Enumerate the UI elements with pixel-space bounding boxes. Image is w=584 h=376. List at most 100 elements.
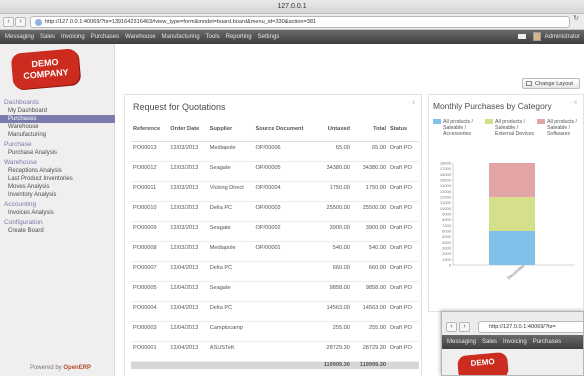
column-header-source-document[interactable]: Source Document	[253, 117, 316, 142]
sidebar-item-warehouse[interactable]: Warehouse	[0, 123, 115, 131]
y-tick-label: 3000	[442, 246, 452, 251]
second-address-bar[interactable]: http://127.0.0.1:40069/?ts=	[478, 321, 583, 333]
table-row[interactable]: PO00008 12/03/2013 Mediapole OP/00001 540.00…	[131, 241, 419, 262]
bar-segment	[489, 231, 535, 265]
address-text: http://127.0.0.1:40069/?ts=1391642316463…	[45, 19, 317, 25]
change-layout-button[interactable]: Change Layout	[522, 78, 580, 89]
table-row[interactable]: PO00010 12/03/2013 Delta PC OP/00003 25500.0…	[131, 201, 419, 222]
table-cell: 255.00	[351, 321, 389, 342]
second-back-button[interactable]: ‹	[446, 322, 457, 332]
table-cell: Draft PO	[388, 241, 419, 262]
menu-item-purchases[interactable]: Purchases	[88, 30, 122, 44]
menu-item-tools[interactable]: Tools	[203, 30, 223, 44]
table-cell: OP/00002	[253, 221, 316, 242]
user-name[interactable]: Administrator	[545, 34, 580, 40]
menu-item-messaging[interactable]: Messaging	[2, 30, 37, 44]
table-cell: Draft PO	[388, 301, 419, 322]
table-cell: ASUSTeK	[207, 341, 254, 362]
purchases-chart: All products / Saleable / Accessories All p…	[433, 119, 578, 280]
sidebar-item-moves-analysis[interactable]: Moves Analysis	[0, 183, 115, 191]
second-menu-item-messaging[interactable]: Messaging	[444, 335, 479, 349]
column-header-untaxed[interactable]: Untaxed	[315, 117, 352, 142]
menu-item-warehouse[interactable]: Warehouse	[122, 30, 158, 44]
sidebar-item-inventory-analysis[interactable]: Inventory Analysis	[0, 191, 115, 199]
table-row[interactable]: PO00005 12/04/2013 Seagate 9858.00 9858.00 Dr…	[131, 281, 419, 302]
second-window-body: DEMO	[442, 349, 583, 375]
table-cell: OP/00001	[253, 241, 316, 262]
table-cell: PO00007	[131, 261, 169, 282]
table-cell: Draft PO	[388, 161, 419, 182]
chart-close-icon[interactable]: - x	[570, 100, 577, 106]
y-tick-label: 8000	[442, 217, 452, 222]
second-forward-button[interactable]: ›	[459, 322, 470, 332]
menu-item-manufacturing[interactable]: Manufacturing	[159, 30, 203, 44]
table-cell: 12/04/2013	[168, 281, 208, 302]
second-window[interactable]: ‹ › http://127.0.0.1:40069/?ts= Messagin…	[441, 311, 584, 376]
avatar[interactable]	[533, 31, 542, 41]
table-row[interactable]: PO00001 12/04/2013 ASUSTeK 28729.30 28729.30…	[131, 341, 419, 362]
table-footer-row: 119999.30 119999.30	[131, 361, 419, 369]
table-cell: 12/03/2013	[168, 221, 208, 242]
footer-cell	[388, 361, 419, 369]
sidebar-item-invoices-analysis[interactable]: Invoices Analysis	[0, 209, 115, 217]
second-menu-item-invoicing[interactable]: Invoicing	[500, 335, 530, 349]
column-header-status[interactable]: Status	[388, 117, 419, 142]
sidebar-section-accounting: Accounting	[4, 201, 37, 208]
legend-swatch	[485, 119, 493, 124]
company-logo[interactable]: DEMO COMPANY	[10, 48, 81, 90]
main-menu: Messaging Sales Invoicing Purchases Warehous…	[2, 30, 282, 44]
mail-icon[interactable]	[517, 33, 526, 39]
sidebar-item-purchases[interactable]: Purchases	[0, 115, 115, 123]
table-cell: 1750.00	[315, 181, 352, 202]
sidebar-item-receptions-analysis[interactable]: Receptions Analysis	[0, 167, 115, 175]
menu-item-reporting[interactable]: Reporting	[223, 30, 255, 44]
table-cell: 660.00	[315, 261, 352, 282]
table-row[interactable]: PO00013 12/03/2013 Mediapole OP/00006 65.00 6…	[131, 141, 419, 162]
bar-segment	[489, 163, 535, 197]
table-cell: 255.00	[315, 321, 352, 342]
forward-button[interactable]: ›	[15, 17, 26, 27]
change-layout-label: Change Layout	[535, 81, 573, 87]
rfq-title: Request for Quotations	[133, 102, 226, 112]
second-company-logo[interactable]: DEMO	[456, 351, 510, 375]
column-header-reference[interactable]: Reference	[131, 117, 169, 142]
sidebar-nav: Dashboards My Dashboard Purchases Warehouse…	[0, 97, 115, 235]
user-menu: Administrator	[517, 30, 580, 44]
table-row[interactable]: PO00004 12/04/2013 Delta PC 14563.00 14563.0…	[131, 301, 419, 322]
second-menu-item-purchases[interactable]: Purchases	[530, 335, 564, 349]
legend-swatch	[537, 119, 545, 124]
table-cell: PO00011	[131, 181, 169, 202]
table-cell: Mediapole	[207, 141, 254, 162]
menu-item-settings[interactable]: Settings	[255, 30, 283, 44]
table-row[interactable]: PO00012 12/03/2013 Seagate OP/00005 34380.00…	[131, 161, 419, 182]
table-row[interactable]: PO00011 12/03/2013 Vicking Direct OP/00004 1…	[131, 181, 419, 202]
menu-item-invoicing[interactable]: Invoicing	[58, 30, 88, 44]
back-button[interactable]: ‹	[3, 17, 14, 27]
sidebar-item-create-board[interactable]: Create Board	[0, 227, 115, 235]
table-row[interactable]: PO00007 12/04/2013 Delta PC 660.00 660.00 Dra…	[131, 261, 419, 282]
powered-by-brand[interactable]: OpenERP	[63, 365, 91, 371]
x-tick-label: December	[506, 263, 525, 280]
table-row[interactable]: PO00003 12/04/2013 Camptocamp 255.00 255.00 D…	[131, 321, 419, 342]
menu-item-sales[interactable]: Sales	[37, 30, 58, 44]
sidebar-item-my-dashboard[interactable]: My Dashboard	[0, 107, 115, 115]
second-menu-item-sales[interactable]: Sales	[479, 335, 500, 349]
table-cell: 1750.00	[351, 181, 389, 202]
column-header-total[interactable]: Total	[351, 117, 389, 142]
address-bar[interactable]: http://127.0.0.1:40069/?ts=1391642316463…	[30, 16, 570, 28]
sidebar-item-last-product-inventories[interactable]: Last Product Inventories	[0, 175, 115, 183]
rfq-close-icon[interactable]: - x	[408, 100, 415, 106]
table-cell: Draft PO	[388, 201, 419, 222]
table-cell: 12/04/2013	[168, 301, 208, 322]
powered-by[interactable]: Powered by OpenERP	[30, 365, 91, 371]
footer-cell	[207, 361, 254, 369]
sidebar-item-manufacturing[interactable]: Manufacturing	[0, 131, 115, 139]
y-tick-label: 1000	[442, 257, 452, 262]
browser-title: 127.0.0.1	[277, 3, 307, 10]
sidebar-item-purchase-analysis[interactable]: Purchase Analysis	[0, 149, 115, 157]
table-row[interactable]: PO00009 12/03/2013 Seagate OP/00002 3900.00 3…	[131, 221, 419, 242]
reload-icon[interactable]: ↻	[573, 14, 579, 22]
column-header-order-date[interactable]: Order Date	[168, 117, 208, 142]
column-header-supplier[interactable]: Supplier	[207, 117, 254, 142]
footer-cell	[253, 361, 316, 369]
